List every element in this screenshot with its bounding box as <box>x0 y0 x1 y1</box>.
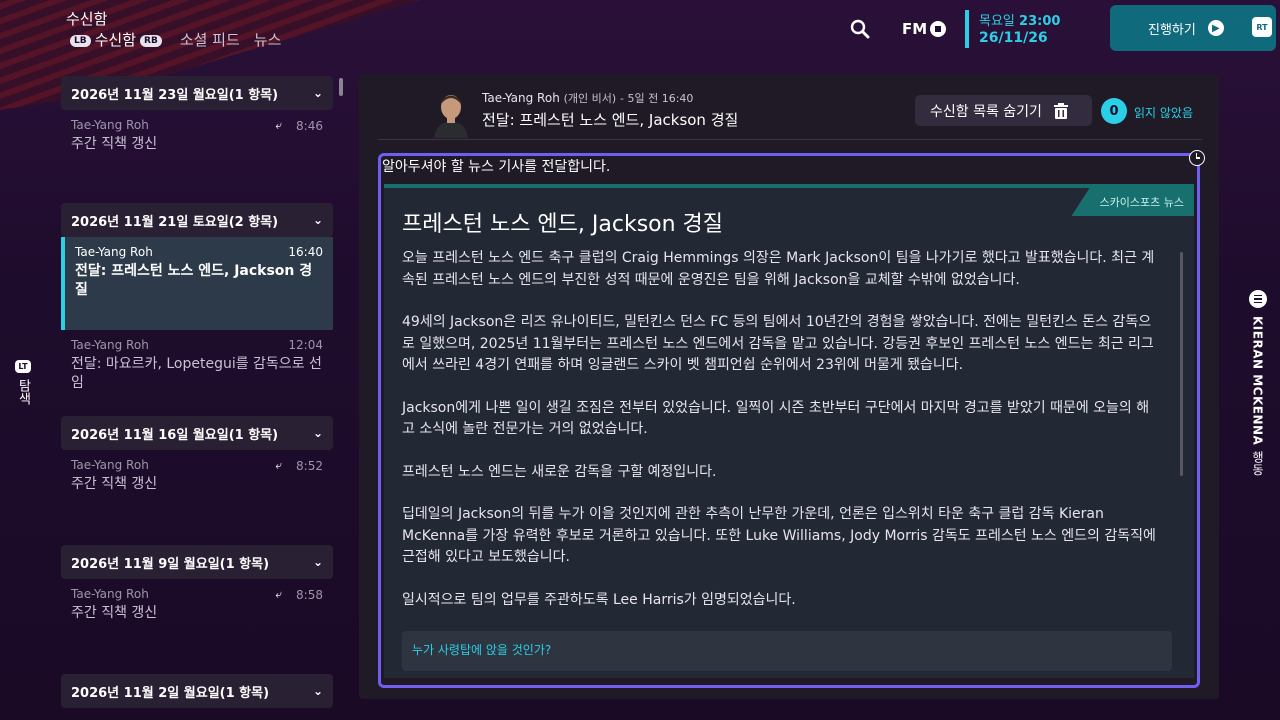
fm-logo-icon[interactable]: FM <box>902 20 947 38</box>
unread-count-badge[interactable]: 0 <box>1101 98 1127 124</box>
day-header-label: 2026년 11월 9일 월요일(1 항목) <box>71 556 270 572</box>
item-time: 12:04 <box>288 338 323 352</box>
day-header[interactable]: 2026년 11월 2일 월요일(1 항목) ⌄ <box>61 674 333 708</box>
news-article[interactable]: 스카이스포츠 뉴스 프레스턴 노스 엔드, Jackson 경질 오늘 프레스턴… <box>384 184 1194 678</box>
message-subject: 전달: 프레스턴 노스 엔드, Jackson 경질 <box>482 111 739 129</box>
tab-inbox[interactable]: LB 수신함 RB <box>70 29 166 50</box>
tab-social-feed[interactable]: 소셜 피드 <box>180 29 240 50</box>
article-paragraph: 프레스턴 노스 엔드는 새로운 감독을 구할 예정입니다. <box>402 463 717 480</box>
fm-logo-text: FM <box>902 20 928 38</box>
unread-label[interactable]: 읽지 않았음 <box>1134 104 1193 121</box>
hide-inbox-label: 수신함 목록 숨기기 <box>930 103 1042 120</box>
article-accent-bar <box>384 184 1194 188</box>
chevron-down-icon: ⌄ <box>312 86 323 100</box>
chevron-down-icon: ⌄ <box>312 213 323 227</box>
hide-inbox-list-button[interactable]: 수신함 목록 숨기기 <box>915 95 1092 126</box>
article-source: 스카이스포츠 뉴스 <box>1071 188 1194 216</box>
tab-news[interactable]: 뉴스 <box>254 29 282 50</box>
item-time: 8:58 <box>296 587 323 602</box>
article-paragraph: Jackson에게 나쁜 일이 생길 조짐은 전부터 있었습니다. 일찍이 시즌… <box>402 399 1150 438</box>
actions-label: 행동 <box>1250 451 1265 477</box>
continue-label: 진행하기 <box>1148 22 1196 38</box>
item-subject: 전달: 프레스턴 노스 엔드, Jackson 경질 <box>75 263 313 298</box>
reply-icon: ⤶ <box>275 118 283 132</box>
fm-dot-icon <box>930 21 947 37</box>
item-time: 16:40 <box>288 245 323 259</box>
divider <box>378 139 1202 140</box>
manager-actions-nav[interactable]: KIERAN MCKENNA 행동 <box>1246 290 1270 476</box>
item-subject: 주간 직책 갱신 <box>71 136 158 152</box>
article-scrollbar[interactable] <box>1180 252 1183 476</box>
top-bar: 수신함 LB 수신함 RB 소셜 피드 뉴스 FM 목요일 23:00 26/11/… <box>0 0 1280 60</box>
day-header-label: 2026년 11월 16일 월요일(1 항목) <box>71 427 279 443</box>
current-date: 26/11/26 <box>979 30 1048 46</box>
page-title: 수신함 <box>66 10 108 28</box>
avatar <box>434 95 468 138</box>
rb-key-icon: RB <box>140 34 162 47</box>
chevron-down-icon: ⌄ <box>312 684 323 698</box>
lt-key-icon: LT <box>15 360 31 373</box>
article-paragraph: 오늘 프레스턴 노스 엔드 축구 클럽의 Craig Hemmings 의장은 … <box>402 250 1155 288</box>
day-header-label: 2026년 11월 23일 월요일(1 항목) <box>71 87 279 103</box>
continue-button[interactable]: 진행하기 ▶ RT <box>1110 5 1276 51</box>
message-intro: 알아두셔야 할 뉴스 기사를 전달합니다. <box>382 159 611 175</box>
day-header-label: 2026년 11월 21일 토요일(2 항목) <box>71 214 279 230</box>
item-subject: 주간 직책 갱신 <box>71 476 158 492</box>
article-paragraph: 일시적으로 팀의 업무를 주관하도록 Lee Harris가 임명되었습니다. <box>402 591 796 608</box>
item-subject: 전달: 마요르카, Lopetegui를 감독으로 선임 <box>71 356 322 391</box>
item-time: 8:52 <box>296 458 323 473</box>
menu-icon[interactable] <box>1249 290 1267 308</box>
message-time: - 5일 전 16:40 <box>620 92 694 105</box>
item-subject: 주간 직책 갱신 <box>71 605 158 621</box>
message-role: (개인 비서) <box>563 92 617 105</box>
article-callout: 누가 사령탑에 앉을 것인가? <box>402 631 1172 671</box>
trash-icon <box>1053 102 1068 119</box>
reply-icon: ⤶ <box>275 587 283 601</box>
item-time: 8:46 <box>296 118 323 133</box>
current-day: 목요일 <box>979 14 1015 29</box>
clock-icon <box>1189 150 1205 166</box>
chevron-down-icon: ⌄ <box>312 426 323 440</box>
lb-key-icon: LB <box>70 34 91 47</box>
explore-label: 탐색 <box>15 379 31 405</box>
article-paragraph: 딥데일의 Jackson의 뒤를 누가 이을 것인지에 관한 추측이 난무한 가… <box>402 506 1156 565</box>
search-icon[interactable] <box>850 19 870 39</box>
message-from: Tae-Yang Roh (개인 비서) - 5일 전 16:40 <box>482 90 693 106</box>
explore-nav[interactable]: LT 탐색 <box>10 360 36 405</box>
day-header[interactable]: 2026년 11월 16일 월요일(1 항목) ⌄ <box>61 416 333 450</box>
chevron-down-icon: ⌄ <box>312 555 323 569</box>
message-list: 2026년 11월 23일 월요일(1 항목) ⌄ Tae-Yang Roh ⤶ 8… <box>61 76 333 720</box>
manager-name: KIERAN MCKENNA <box>1250 316 1265 446</box>
tab-inbox-label: 수신함 <box>94 31 137 49</box>
message-sender[interactable]: Tae-Yang Roh <box>482 91 560 105</box>
article-body: 오늘 프레스턴 노스 엔드 축구 클럽의 Craig Hemmings 의장은 … <box>402 248 1162 632</box>
current-time: 23:00 <box>1019 14 1061 29</box>
item-sender: Tae-Yang Roh <box>71 338 149 352</box>
day-header[interactable]: 2026년 11월 23일 월요일(1 항목) ⌄ <box>61 76 333 110</box>
list-item[interactable]: Tae-Yang Roh ⤶ 8:52 주간 직책 갱신 <box>61 450 333 545</box>
article-paragraph: 49세의 Jackson은 리즈 유나이티드, 밀턴킨스 던스 FC 등의 팀에… <box>402 314 1154 373</box>
item-sender: Tae-Yang Roh <box>75 245 153 259</box>
list-item[interactable]: Tae-Yang Roh ⤶ 8:46 주간 직책 갱신 <box>61 110 333 203</box>
day-header[interactable]: 2026년 11월 9일 월요일(1 항목) ⌄ <box>61 545 333 579</box>
callout-question: 누가 사령탑에 앉을 것인가? <box>412 643 552 657</box>
list-item-selected[interactable]: Tae-Yang Roh 16:40 전달: 프레스턴 노스 엔드, Jacks… <box>61 237 333 330</box>
day-header-label: 2026년 11월 2일 월요일(1 항목) <box>71 685 270 701</box>
date-time: 목요일 23:00 26/11/26 <box>965 10 1060 48</box>
list-scrollbar[interactable] <box>339 78 343 96</box>
list-item[interactable]: Tae-Yang Roh ⤶ 8:58 주간 직책 갱신 <box>61 579 333 674</box>
day-header[interactable]: 2026년 11월 21일 토요일(2 항목) ⌄ <box>61 203 333 237</box>
article-title: 프레스턴 노스 엔드, Jackson 경질 <box>402 212 724 237</box>
tab-bar: LB 수신함 RB 소셜 피드 뉴스 <box>70 29 281 50</box>
reply-icon: ⤶ <box>275 458 283 472</box>
list-item[interactable]: Tae-Yang Roh 12:04 전달: 마요르카, Lopetegui를 … <box>61 330 333 416</box>
rt-key-icon: RT <box>1252 17 1272 37</box>
arrow-right-icon: ▶ <box>1207 20 1224 36</box>
